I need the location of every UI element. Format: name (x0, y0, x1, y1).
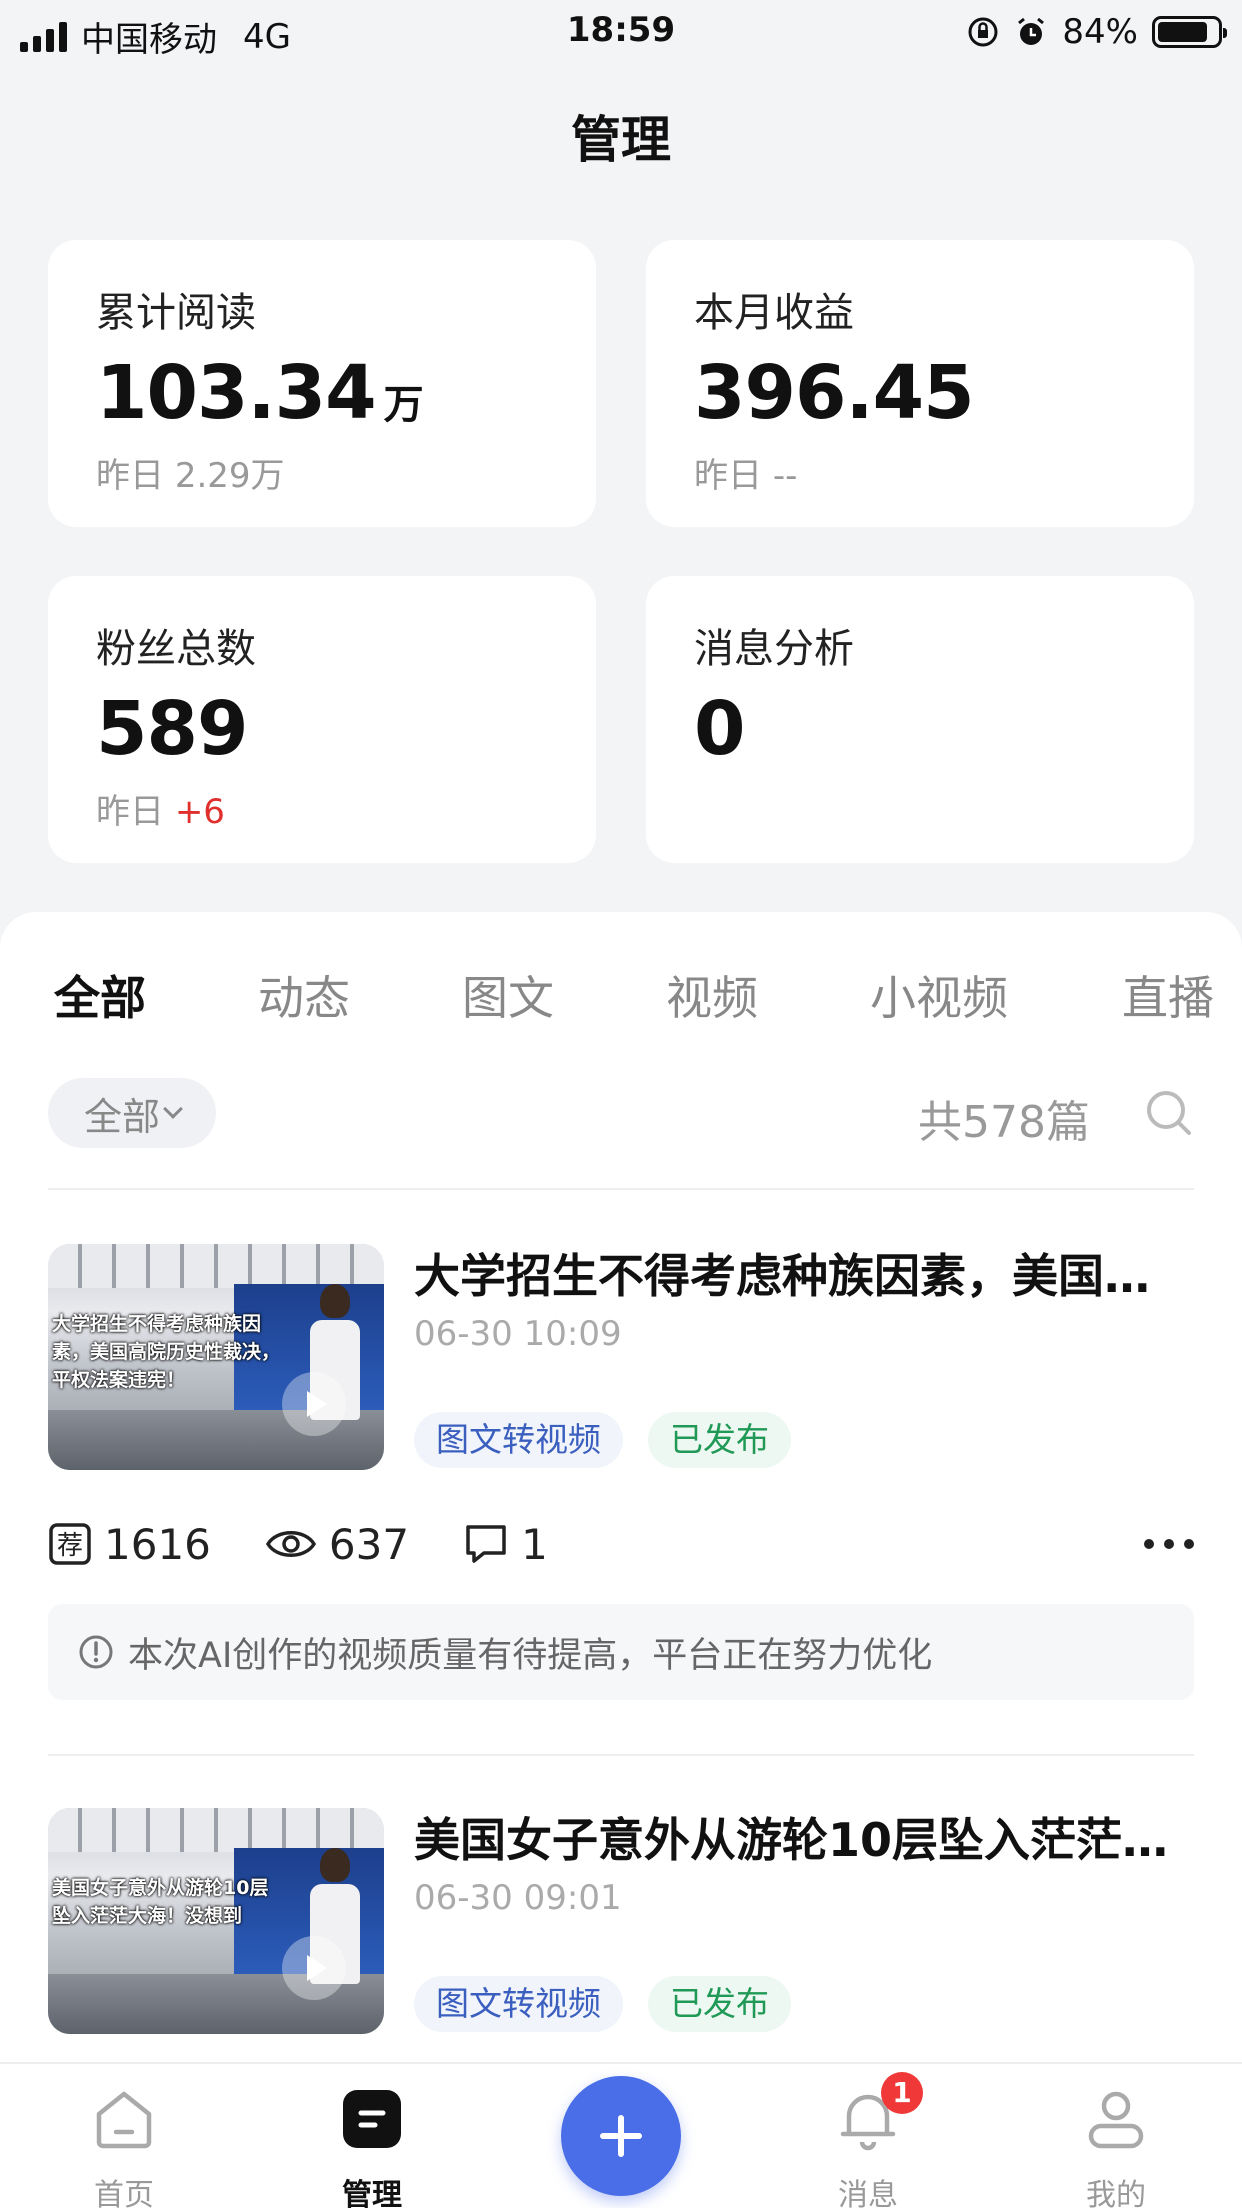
filter-label: 全部 (83, 1094, 160, 1139)
tab-live[interactable]: 直播 (1122, 962, 1214, 1028)
post-stats: 荐 1616 637 1 (48, 1519, 602, 1569)
home-icon (96, 2091, 152, 2149)
publish-plus-button[interactable] (561, 2076, 681, 2196)
chevron-down-icon (163, 1099, 183, 1119)
followers-card[interactable]: 粉丝总数 589 昨日 +6 (48, 576, 596, 863)
message-analysis-card[interactable]: 消息分析 0 (646, 576, 1194, 863)
total-reads-yesterday: 昨日 2.29万 (96, 456, 285, 496)
thumbnail-caption: 美国女子意外从游轮10层坠入茫茫大海！没想到 (52, 1877, 269, 1927)
notice-text: 本次AI创作的视频质量有待提高，平台正在努力优化 (128, 1635, 933, 1676)
bottom-nav: 首页 管理 1 消息 我的 (0, 2062, 1242, 2208)
tab-all[interactable]: 全部 (54, 962, 146, 1028)
status-bar: 中国移动 4G 18:59 84% (0, 0, 1242, 62)
total-reads-card[interactable]: 累计阅读 103.34 万 昨日 2.29万 (48, 240, 596, 527)
orientation-lock-icon (968, 17, 998, 47)
tag-type: 图文转视频 (414, 1412, 623, 1468)
tag-status: 已发布 (648, 1412, 791, 1468)
ai-quality-notice: 本次AI创作的视频质量有待提高，平台正在努力优化 (48, 1604, 1194, 1700)
post-title[interactable]: 美国女子意外从游轮10层坠入茫茫大海！没想到 (414, 1804, 1194, 1870)
profile-icon (1088, 2091, 1144, 2149)
nav-manage-label: 管理 (342, 2178, 402, 2208)
message-analysis-label: 消息分析 (694, 626, 854, 672)
play-icon[interactable] (282, 1372, 346, 1436)
followers-value: 589 (96, 686, 248, 772)
battery-percent: 84% (1062, 12, 1138, 52)
content-tabs: 全部 动态 图文 视频 小视频 直播 (0, 962, 1242, 1042)
info-icon (79, 1635, 113, 1669)
nav-mine[interactable]: 我的 (1016, 2064, 1216, 2208)
divider (48, 1188, 1194, 1190)
battery-icon (1152, 16, 1227, 48)
message-badge: 1 (881, 2072, 923, 2114)
post-title[interactable]: 大学招生不得考虑种族因素，美国高院历史性裁决，平权法案违宪！ (414, 1240, 1194, 1306)
comments-count: 1 (521, 1519, 548, 1569)
manage-icon (343, 2090, 401, 2148)
total-reads-label: 累计阅读 (96, 290, 256, 336)
monthly-income-label: 本月收益 (694, 290, 854, 336)
comment-icon (466, 1525, 506, 1563)
tag-status: 已发布 (648, 1976, 791, 2032)
tab-updates[interactable]: 动态 (258, 962, 350, 1028)
filter-dropdown[interactable]: 全部 (48, 1078, 216, 1148)
comments-stat: 1 (463, 1520, 548, 1569)
status-right: 84% (966, 12, 1227, 52)
views-count: 637 (328, 1519, 410, 1569)
monthly-income-value: 396.45 (694, 350, 975, 436)
nav-messages-label: 消息 (838, 2178, 898, 2208)
post-date: 06-30 09:01 (414, 1878, 622, 1918)
post-thumbnail[interactable]: 美国女子意外从游轮10层坠入茫茫大海！没想到 (48, 1808, 384, 2034)
divider (48, 1754, 1194, 1756)
thumbnail-caption: 大学招生不得考虑种族因素，美国高院历史性裁决，平权法案违宪！ (52, 1313, 281, 1391)
recommend-icon: 荐 (49, 1523, 91, 1565)
page-title: 管理 (571, 111, 671, 169)
nav-home-label: 首页 (94, 2178, 154, 2208)
message-analysis-value: 0 (694, 686, 745, 772)
search-icon[interactable] (1144, 1088, 1194, 1138)
recommend-stat: 荐 1616 (48, 1520, 211, 1569)
monthly-income-yesterday: 昨日 -- (694, 456, 798, 496)
monthly-income-card[interactable]: 本月收益 396.45 昨日 -- (646, 240, 1194, 527)
nav-home[interactable]: 首页 (24, 2064, 224, 2208)
eye-icon (265, 1531, 316, 1557)
followers-label: 粉丝总数 (96, 626, 256, 672)
total-reads-value: 103.34 万 (96, 350, 424, 436)
more-options-icon[interactable] (1144, 1534, 1194, 1554)
post-date: 06-30 10:09 (414, 1314, 622, 1354)
nav-mine-label: 我的 (1086, 2178, 1146, 2208)
tab-videos[interactable]: 视频 (666, 962, 758, 1028)
svg-text:荐: 荐 (57, 1531, 83, 1561)
tag-type: 图文转视频 (414, 1976, 623, 2032)
recommend-count: 1616 (104, 1519, 211, 1569)
post-thumbnail[interactable]: 大学招生不得考虑种族因素，美国高院历史性裁决，平权法案违宪！ (48, 1244, 384, 1470)
views-stat: 637 (265, 1520, 409, 1569)
tab-short-videos[interactable]: 小视频 (870, 962, 1008, 1028)
play-icon[interactable] (282, 1936, 346, 2000)
nav-manage[interactable]: 管理 (272, 2064, 472, 2208)
alarm-icon (1018, 17, 1045, 45)
total-reads-unit: 万 (383, 382, 424, 428)
followers-yesterday: 昨日 +6 (96, 792, 225, 832)
article-count: 共578篇 (918, 1097, 1090, 1148)
nav-messages[interactable]: 1 消息 (768, 2064, 968, 2208)
content-panel: 全部 动态 图文 视频 小视频 直播 全部 共578篇 大学招生不得考虑种族因素… (0, 912, 1242, 2062)
tab-articles[interactable]: 图文 (462, 962, 554, 1028)
